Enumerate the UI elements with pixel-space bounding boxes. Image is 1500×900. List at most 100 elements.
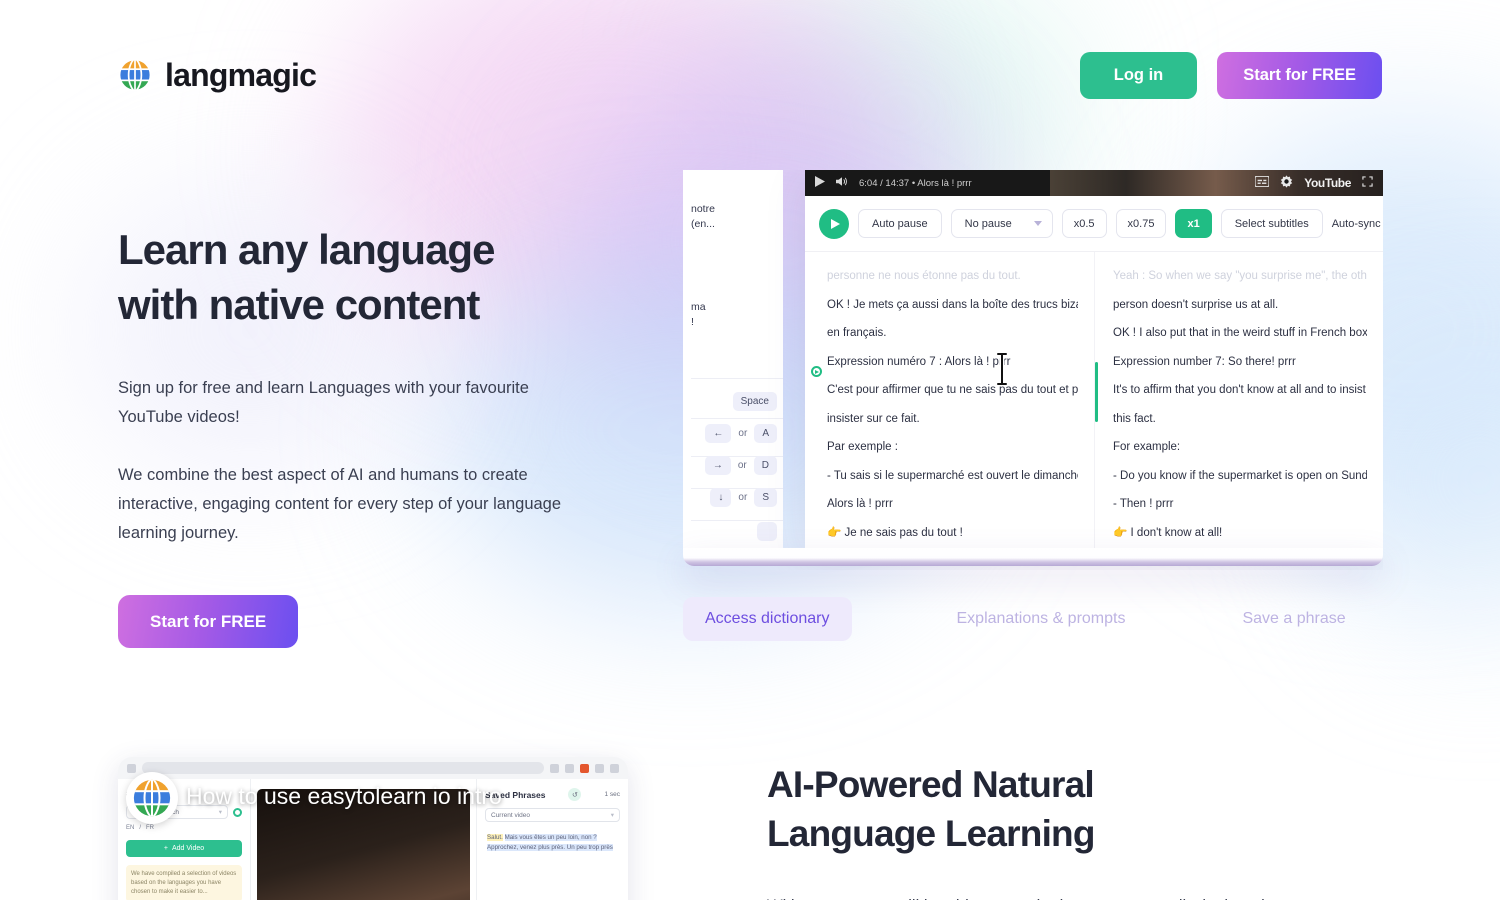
autosync-label: Auto-sync <box>1331 217 1381 230</box>
browser-tab-icon <box>127 763 136 773</box>
subtitles-source-column[interactable]: personne ne nous étonne pas du tout. OK … <box>805 252 1094 550</box>
address-bar[interactable] <box>142 762 544 774</box>
subtitle-line[interactable]: Expression numéro 7 : Alors là ! prrr <box>827 348 1078 377</box>
active-line-indicator <box>1095 362 1098 422</box>
translation-line[interactable]: - Do you know if the supermarket is open… <box>1113 462 1367 491</box>
subtitle-line[interactable]: en français. <box>827 319 1078 348</box>
hero-title-line1: Learn any language <box>118 226 495 273</box>
plus-icon: + <box>163 845 168 852</box>
player-card: 6:04 / 14:37 • Alors là ! prrr YouTube A… <box>805 170 1383 550</box>
translation-line[interactable]: this fact. <box>1113 405 1367 434</box>
key-extra[interactable] <box>757 522 777 541</box>
scope-select[interactable]: Current video ▾ <box>485 808 620 822</box>
channel-avatar <box>126 772 178 824</box>
translation-line[interactable]: - Then ! prrr <box>1113 490 1367 519</box>
select-subtitles-button[interactable]: Select subtitles <box>1220 209 1323 238</box>
translation-line-text: I don't know at all! <box>1130 526 1223 539</box>
subtitles-translation-column[interactable]: Yeah : So when we say "you surprise me",… <box>1094 252 1383 550</box>
hero-copy: Learn any language with native content S… <box>118 222 588 648</box>
key-s[interactable]: S <box>754 488 777 507</box>
landing-page: langmagic Log in Start for FREE Learn an… <box>0 0 1500 900</box>
signup-button[interactable]: Start for FREE <box>1217 51 1382 99</box>
hero-paragraph-2: We combine the best aspect of AI and hum… <box>118 466 562 542</box>
translation-line[interactable]: OK ! I also put that in the weird stuff … <box>1113 319 1367 348</box>
add-video-button[interactable]: + Add Video <box>126 840 242 857</box>
star-icon[interactable] <box>550 763 559 773</box>
player-toolbar: Auto pause No pause x0.5 x0.75 x1 Select… <box>805 196 1383 252</box>
window-icon[interactable] <box>595 763 604 773</box>
keyboard-shortcuts-panel: notre (en... ma ! Space ← or A → or D ↓ … <box>683 170 783 550</box>
tab-save-a-phrase[interactable]: Save a phrase <box>1242 597 1345 641</box>
hero-title-line2: with native content <box>118 281 480 328</box>
key-d[interactable]: D <box>753 456 777 475</box>
repeat-icon[interactable]: ↺ <box>568 788 582 801</box>
key-arrow-left[interactable]: ← <box>705 424 732 443</box>
flag-target: FR <box>146 825 155 831</box>
shortcut-row-down[interactable]: ↓ or S <box>710 488 777 507</box>
subtitle-line[interactable]: OK ! Je mets ça aussi dans la boîte des … <box>827 291 1078 320</box>
translation-line[interactable]: person doesn't surprise us at all. <box>1113 291 1367 320</box>
play-line-icon[interactable] <box>811 366 822 377</box>
add-video-label: Add Video <box>171 845 205 852</box>
key-a[interactable]: A <box>754 424 777 443</box>
expand-icon[interactable] <box>1362 176 1373 190</box>
ai-section-paragraph: With our app you will be able to acquire… <box>767 892 1407 900</box>
app-card-base <box>683 548 1383 566</box>
flag-source: EN <box>126 825 135 831</box>
subtitle-line[interactable]: - Tu sais si le supermarché est ouvert l… <box>827 462 1078 491</box>
tab-access-dictionary[interactable]: Access dictionary <box>683 596 852 641</box>
login-button[interactable]: Log in <box>1079 51 1198 99</box>
kb-text-fragment-3: ma <box>691 301 706 313</box>
volume-icon[interactable] <box>836 176 848 190</box>
brand-logo[interactable]: langmagic <box>118 57 317 94</box>
subtitle-line[interactable]: insister sur ce fait. <box>827 405 1078 434</box>
shortcut-row-extra[interactable] <box>757 522 777 541</box>
shortcut-separator: or <box>738 492 748 503</box>
speed-0-75-button[interactable]: x0.75 <box>1115 209 1167 238</box>
app-screenshot: notre (en... ma ! Space ← or A → or D ↓ … <box>683 170 1383 570</box>
tab-explanations-prompts[interactable]: Explanations & prompts <box>957 597 1126 641</box>
delay-value[interactable]: 1 sec <box>604 791 620 798</box>
gear-icon[interactable] <box>1280 175 1293 191</box>
subtitle-line[interactable]: Alors là ! prrr <box>827 490 1078 519</box>
kb-text-fragment-2: (en... <box>691 218 715 230</box>
shortcut-row-next[interactable]: → or D <box>704 456 777 475</box>
shortcut-row-prev[interactable]: ← or A <box>705 424 777 443</box>
shortcut-row-space[interactable]: Space <box>732 392 777 411</box>
youtube-logo: YouTube <box>1304 176 1351 190</box>
play-circle-icon[interactable] <box>819 208 849 239</box>
hero-cta-button[interactable]: Start for FREE <box>118 595 299 648</box>
intro-video-card[interactable]: aylists English / French ▾ EN / FR + Add… <box>118 757 628 900</box>
translation-line[interactable]: Yeah : So when we say "you surprise me",… <box>1113 262 1367 291</box>
subtitles-icon[interactable] <box>1254 175 1270 190</box>
playlists-note: We have compiled a selection of videos b… <box>126 865 242 900</box>
translation-line[interactable]: Expression number 7: So there! prrr <box>1113 348 1367 377</box>
browser-chrome-bar <box>118 757 628 779</box>
profile-icon[interactable] <box>580 763 589 773</box>
translation-line[interactable]: For example: <box>1113 433 1367 462</box>
extensions-icon[interactable] <box>565 763 574 773</box>
speed-1x-button[interactable]: x1 <box>1175 209 1212 238</box>
subtitle-line[interactable]: personne ne nous étonne pas du tout. <box>827 262 1078 291</box>
key-arrow-right[interactable]: → <box>704 456 731 475</box>
subtitles-area: personne ne nous étonne pas du tout. OK … <box>805 252 1383 550</box>
saved-phrase-item[interactable]: Salut. Mais vous êtes un peu loin, non ?… <box>485 829 620 857</box>
translation-line[interactable]: 👉 I don't know at all! <box>1113 519 1367 548</box>
subtitle-line[interactable]: 👉 Je ne sais pas du tout ! <box>827 519 1078 548</box>
speed-0-5-button[interactable]: x0.5 <box>1061 209 1107 238</box>
ai-section: AI-Powered Natural Language Learning Wit… <box>767 760 1407 900</box>
kb-text-fragment-4: ! <box>691 316 694 328</box>
subtitle-line-active[interactable]: C'est pour affirmer que tu ne sais pas d… <box>827 376 1078 405</box>
youtube-player-bar: 6:04 / 14:37 • Alors là ! prrr YouTube <box>805 170 1383 196</box>
key-space[interactable]: Space <box>732 392 777 411</box>
play-icon[interactable] <box>815 176 825 190</box>
subtitle-line[interactable]: Par exemple : <box>827 433 1078 462</box>
shortcut-separator: or <box>738 428 748 439</box>
translation-line-active[interactable]: It's to affirm that you don't know at al… <box>1113 376 1367 405</box>
phrase-rest: Mais vous êtes un peu loin, non ? Approc… <box>487 834 613 851</box>
menu-icon[interactable] <box>610 763 619 773</box>
pause-mode-select[interactable]: No pause <box>950 209 1053 238</box>
auto-pause-button[interactable]: Auto pause <box>858 209 942 238</box>
key-arrow-down[interactable]: ↓ <box>710 488 732 507</box>
ai-title-line2: Language Learning <box>767 813 1095 854</box>
